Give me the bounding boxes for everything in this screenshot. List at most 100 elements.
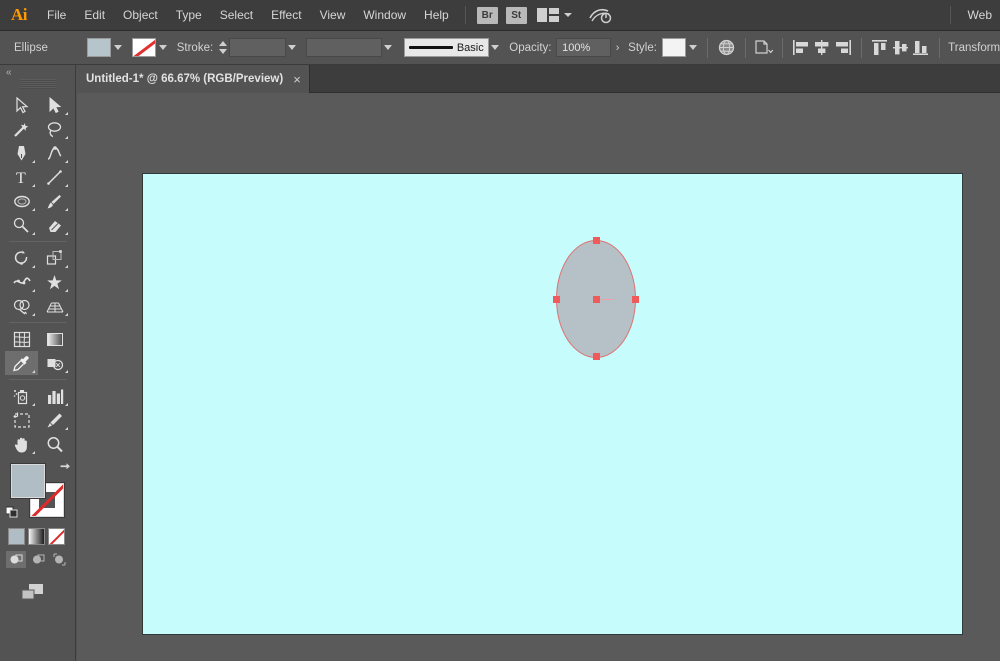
fill-swatch-button[interactable] [86, 38, 112, 57]
align-right-icon[interactable] [832, 38, 853, 58]
align-top-icon[interactable] [870, 38, 891, 58]
opacity-expand-icon[interactable]: › [611, 42, 625, 54]
pen-tool[interactable] [5, 141, 38, 165]
draw-behind-button[interactable] [28, 551, 48, 568]
slice-tool[interactable] [38, 408, 71, 432]
color-mode-buttons [8, 528, 75, 545]
menu-type[interactable]: Type [167, 0, 211, 31]
menu-help[interactable]: Help [415, 0, 458, 31]
workspace-switcher[interactable]: Web [958, 8, 1000, 22]
shaper-tool[interactable] [5, 213, 38, 237]
mesh-tool[interactable] [5, 327, 38, 351]
blend-tool[interactable] [38, 351, 71, 375]
anchor-point-bottom[interactable] [592, 353, 600, 360]
graphic-style-swatch[interactable] [661, 38, 687, 57]
tool-grid: T [5, 93, 71, 456]
draw-inside-button[interactable] [50, 551, 70, 568]
menu-divider [464, 6, 466, 24]
align-bottom-icon[interactable] [911, 38, 932, 58]
toolbar-drag-handle[interactable] [19, 79, 56, 89]
line-segment-tool[interactable] [38, 165, 71, 189]
gradient-tool[interactable] [38, 327, 71, 351]
menu-select[interactable]: Select [211, 0, 262, 31]
stroke-swatch-button[interactable] [131, 38, 157, 57]
scale-tool[interactable] [38, 246, 71, 270]
stock-button[interactable]: St [505, 6, 527, 24]
menu-view[interactable]: View [311, 0, 355, 31]
stroke-weight-field[interactable] [229, 38, 286, 57]
workspace-swirl-icon[interactable] [588, 5, 612, 25]
stroke-profile-chevron-down-icon[interactable] [382, 38, 395, 57]
arrange-chevron-down-icon[interactable] [563, 13, 572, 17]
transform-panel-link[interactable]: Transform [948, 42, 1000, 54]
menu-bar: Ai File Edit Object Type Select Effect V… [0, 0, 1000, 31]
center-guide [601, 298, 614, 300]
paintbrush-tool[interactable] [38, 189, 71, 213]
drawing-mode-buttons [6, 551, 75, 568]
menu-edit[interactable]: Edit [75, 0, 114, 31]
rotate-tool[interactable] [5, 246, 38, 270]
align-left-icon[interactable] [791, 38, 812, 58]
curvature-tool[interactable] [38, 141, 71, 165]
fill-color-swatch[interactable] [11, 464, 45, 498]
tool-divider-2 [9, 322, 67, 323]
style-chevron-down-icon[interactable] [686, 38, 699, 57]
zoom-tool[interactable] [38, 432, 71, 456]
hand-tool[interactable] [5, 432, 38, 456]
opacity-field[interactable]: 100% [556, 38, 611, 57]
eraser-tool[interactable] [38, 213, 71, 237]
brush-definition-field[interactable]: Basic [404, 38, 489, 57]
bridge-button[interactable]: Br [476, 6, 498, 24]
anchor-point-left[interactable] [553, 295, 560, 303]
type-tool[interactable]: T [5, 165, 38, 189]
arrange-documents-icon[interactable] [536, 8, 559, 22]
ellipse-tool[interactable] [5, 189, 38, 213]
selection-tool[interactable] [5, 93, 38, 117]
direct-selection-tool[interactable] [38, 93, 71, 117]
color-controls [6, 462, 72, 524]
anchor-point-top[interactable] [592, 237, 600, 244]
canvas-area[interactable] [77, 93, 1000, 661]
document-tab-bar: Untitled-1* @ 66.67% (RGB/Preview) × [76, 65, 1000, 93]
stroke-chevron-down-icon[interactable] [156, 38, 169, 57]
draw-normal-button[interactable] [6, 551, 26, 568]
width-tool[interactable] [5, 270, 38, 294]
stroke-profile-field[interactable] [306, 38, 382, 57]
artboard[interactable] [142, 173, 963, 635]
brush-name-label: Basic [456, 41, 484, 54]
eyedropper-tool[interactable] [5, 351, 38, 375]
fill-chevron-down-icon[interactable] [111, 38, 124, 57]
shape-options-icon[interactable] [754, 38, 775, 58]
anchor-point-right[interactable] [632, 295, 639, 303]
document-tab[interactable]: Untitled-1* @ 66.67% (RGB/Preview) × [76, 65, 310, 93]
stroke-weight-stepper[interactable] [218, 38, 229, 57]
menu-file[interactable]: File [38, 0, 75, 31]
close-icon[interactable]: × [293, 73, 301, 86]
column-graph-tool[interactable] [38, 384, 71, 408]
stroke-weight-chevron-down-icon[interactable] [286, 38, 299, 57]
symbol-sprayer-tool[interactable] [5, 384, 38, 408]
none-mode-button[interactable] [48, 528, 65, 545]
menu-effect[interactable]: Effect [262, 0, 310, 31]
selected-ellipse-object[interactable] [553, 237, 639, 360]
free-transform-tool[interactable] [38, 270, 71, 294]
artboard-tool[interactable] [5, 408, 38, 432]
gradient-mode-button[interactable] [28, 528, 45, 545]
anchor-point-center[interactable] [592, 295, 600, 303]
web-safe-globe-icon[interactable] [716, 38, 737, 58]
perspective-grid-tool[interactable] [38, 294, 71, 318]
magic-wand-tool[interactable] [5, 117, 38, 141]
color-mode-button[interactable] [8, 528, 25, 545]
swap-fill-stroke-icon[interactable] [58, 462, 72, 476]
menu-window[interactable]: Window [354, 0, 415, 31]
toolbar-collapse-button[interactable]: « [0, 65, 75, 79]
lasso-tool[interactable] [38, 117, 71, 141]
align-center-horizontal-icon[interactable] [812, 38, 833, 58]
brush-chevron-down-icon[interactable] [489, 38, 502, 57]
shape-builder-tool[interactable] [5, 294, 38, 318]
menu-object[interactable]: Object [114, 0, 167, 31]
align-center-vertical-icon[interactable] [890, 38, 911, 58]
stroke-weight-label: Stroke: [176, 41, 214, 54]
change-screen-mode-icon[interactable] [20, 582, 46, 604]
default-fill-stroke-icon[interactable] [6, 504, 20, 518]
